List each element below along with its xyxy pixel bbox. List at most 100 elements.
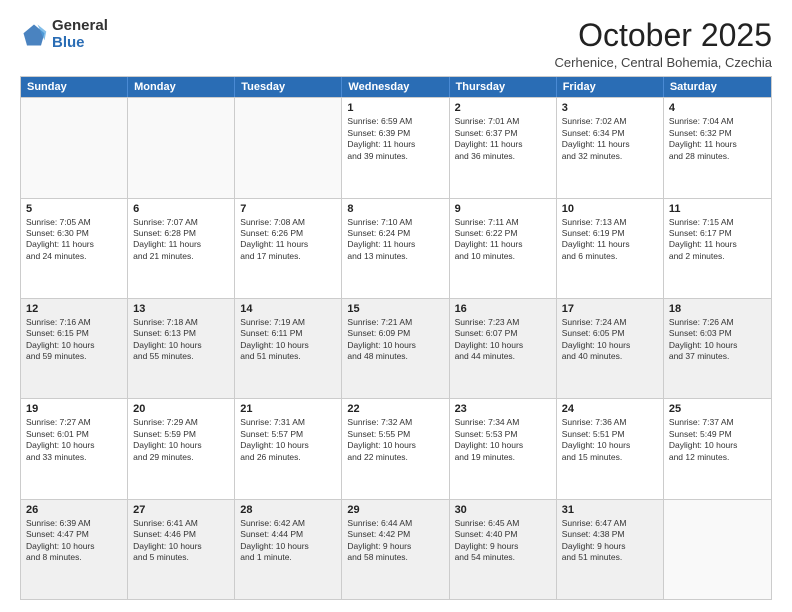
calendar: SundayMondayTuesdayWednesdayThursdayFrid…	[20, 76, 772, 600]
calendar-cell: 18 Sunrise: 7:26 AM Sunset: 6:03 PM Dayli…	[664, 299, 771, 398]
page: General Blue October 2025 Cerhenice, Cen…	[0, 0, 792, 612]
calendar-cell: 14 Sunrise: 7:19 AM Sunset: 6:11 PM Dayli…	[235, 299, 342, 398]
cell-info: Sunrise: 7:15 AM Sunset: 6:17 PM Dayligh…	[669, 217, 766, 263]
calendar-cell: 2Sunrise: 7:01 AM Sunset: 6:37 PM Daylig…	[450, 98, 557, 197]
calendar-cell: 4Sunrise: 7:04 AM Sunset: 6:32 PM Daylig…	[664, 98, 771, 197]
cell-info: Sunrise: 7:24 AM Sunset: 6:05 PM Dayligh…	[562, 317, 658, 363]
calendar-body: 1 Sunrise: 6:59 AM Sunset: 6:39 PM Daylig…	[21, 97, 771, 599]
cell-info: Sunrise: 7:36 AM Sunset: 5:51 PM Dayligh…	[562, 417, 658, 463]
cell-info: Sunrise: 6:39 AM Sunset: 4:47 PM Dayligh…	[26, 518, 122, 564]
day-number: 13	[133, 303, 229, 315]
calendar-cell: 5 Sunrise: 7:05 AM Sunset: 6:30 PM Daylig…	[21, 199, 128, 298]
day-number: 16	[455, 303, 551, 315]
cell-info: Sunrise: 7:34 AM Sunset: 5:53 PM Dayligh…	[455, 417, 551, 463]
day-number: 31	[562, 504, 658, 516]
cell-info: Sunrise: 7:37 AM Sunset: 5:49 PM Dayligh…	[669, 417, 766, 463]
day-number: 12	[26, 303, 122, 315]
cell-info: Sunrise: 7:02 AM Sunset: 6:34 PM Dayligh…	[562, 116, 658, 162]
weekday-header: Sunday	[21, 77, 128, 97]
day-number: 28	[240, 504, 336, 516]
calendar-cell: 25 Sunrise: 7:37 AM Sunset: 5:49 PM Dayli…	[664, 399, 771, 498]
day-number: 24	[562, 403, 658, 415]
calendar-cell: 21Sunrise: 7:31 AM Sunset: 5:57 PM Dayli…	[235, 399, 342, 498]
weekday-header: Monday	[128, 77, 235, 97]
day-number: 1	[347, 102, 443, 114]
cell-info: Sunrise: 6:44 AM Sunset: 4:42 PM Dayligh…	[347, 518, 443, 564]
calendar-cell: 10Sunrise: 7:13 AM Sunset: 6:19 PM Dayli…	[557, 199, 664, 298]
calendar-cell	[664, 500, 771, 599]
location: Cerhenice, Central Bohemia, Czechia	[555, 55, 773, 70]
cell-info: Sunrise: 7:29 AM Sunset: 5:59 PM Dayligh…	[133, 417, 229, 463]
calendar-cell: 23Sunrise: 7:34 AM Sunset: 5:53 PM Dayli…	[450, 399, 557, 498]
calendar-row: 26Sunrise: 6:39 AM Sunset: 4:47 PM Dayli…	[21, 499, 771, 599]
day-number: 22	[347, 403, 443, 415]
calendar-cell: 28 Sunrise: 6:42 AM Sunset: 4:44 PM Dayli…	[235, 500, 342, 599]
calendar-cell: 6 Sunrise: 7:07 AM Sunset: 6:28 PM Daylig…	[128, 199, 235, 298]
cell-info: Sunrise: 7:18 AM Sunset: 6:13 PM Dayligh…	[133, 317, 229, 363]
cell-info: Sunrise: 7:16 AM Sunset: 6:15 PM Dayligh…	[26, 317, 122, 363]
calendar-cell: 7 Sunrise: 7:08 AM Sunset: 6:26 PM Daylig…	[235, 199, 342, 298]
day-number: 15	[347, 303, 443, 315]
calendar-row: 12 Sunrise: 7:16 AM Sunset: 6:15 PM Dayli…	[21, 298, 771, 398]
day-number: 19	[26, 403, 122, 415]
calendar-cell: 13 Sunrise: 7:18 AM Sunset: 6:13 PM Dayli…	[128, 299, 235, 398]
calendar-cell: 19 Sunrise: 7:27 AM Sunset: 6:01 PM Dayli…	[21, 399, 128, 498]
cell-info: Sunrise: 6:45 AM Sunset: 4:40 PM Dayligh…	[455, 518, 551, 564]
cell-info: Sunrise: 6:41 AM Sunset: 4:46 PM Dayligh…	[133, 518, 229, 564]
cell-info: Sunrise: 7:07 AM Sunset: 6:28 PM Dayligh…	[133, 217, 229, 263]
cell-info: Sunrise: 7:21 AM Sunset: 6:09 PM Dayligh…	[347, 317, 443, 363]
logo-text: General Blue	[52, 18, 108, 51]
calendar-cell: 11 Sunrise: 7:15 AM Sunset: 6:17 PM Dayli…	[664, 199, 771, 298]
day-number: 11	[669, 203, 766, 215]
calendar-cell: 29 Sunrise: 6:44 AM Sunset: 4:42 PM Dayli…	[342, 500, 449, 599]
day-number: 6	[133, 203, 229, 215]
day-number: 29	[347, 504, 443, 516]
weekday-header: Thursday	[450, 77, 557, 97]
cell-info: Sunrise: 7:08 AM Sunset: 6:26 PM Dayligh…	[240, 217, 336, 263]
cell-info: Sunrise: 6:42 AM Sunset: 4:44 PM Dayligh…	[240, 518, 336, 564]
calendar-header: SundayMondayTuesdayWednesdayThursdayFrid…	[21, 77, 771, 97]
cell-info: Sunrise: 6:59 AM Sunset: 6:39 PM Dayligh…	[347, 116, 443, 162]
calendar-cell: 3Sunrise: 7:02 AM Sunset: 6:34 PM Daylig…	[557, 98, 664, 197]
calendar-cell: 20Sunrise: 7:29 AM Sunset: 5:59 PM Dayli…	[128, 399, 235, 498]
calendar-cell: 8 Sunrise: 7:10 AM Sunset: 6:24 PM Daylig…	[342, 199, 449, 298]
calendar-cell: 22Sunrise: 7:32 AM Sunset: 5:55 PM Dayli…	[342, 399, 449, 498]
calendar-cell	[235, 98, 342, 197]
calendar-cell: 31 Sunrise: 6:47 AM Sunset: 4:38 PM Dayli…	[557, 500, 664, 599]
cell-info: Sunrise: 7:23 AM Sunset: 6:07 PM Dayligh…	[455, 317, 551, 363]
cell-info: Sunrise: 7:01 AM Sunset: 6:37 PM Dayligh…	[455, 116, 551, 162]
calendar-cell: 15 Sunrise: 7:21 AM Sunset: 6:09 PM Dayli…	[342, 299, 449, 398]
day-number: 27	[133, 504, 229, 516]
cell-info: Sunrise: 7:10 AM Sunset: 6:24 PM Dayligh…	[347, 217, 443, 263]
weekday-header: Saturday	[664, 77, 771, 97]
calendar-row: 5 Sunrise: 7:05 AM Sunset: 6:30 PM Daylig…	[21, 198, 771, 298]
calendar-cell: 12 Sunrise: 7:16 AM Sunset: 6:15 PM Dayli…	[21, 299, 128, 398]
day-number: 9	[455, 203, 551, 215]
day-number: 5	[26, 203, 122, 215]
calendar-cell	[128, 98, 235, 197]
day-number: 21	[240, 403, 336, 415]
header: General Blue October 2025 Cerhenice, Cen…	[20, 18, 772, 70]
day-number: 30	[455, 504, 551, 516]
cell-info: Sunrise: 7:26 AM Sunset: 6:03 PM Dayligh…	[669, 317, 766, 363]
calendar-cell: 24 Sunrise: 7:36 AM Sunset: 5:51 PM Dayli…	[557, 399, 664, 498]
weekday-header: Friday	[557, 77, 664, 97]
cell-info: Sunrise: 7:05 AM Sunset: 6:30 PM Dayligh…	[26, 217, 122, 263]
logo-general-label: General	[52, 18, 108, 35]
day-number: 25	[669, 403, 766, 415]
day-number: 8	[347, 203, 443, 215]
calendar-cell	[21, 98, 128, 197]
cell-info: Sunrise: 7:19 AM Sunset: 6:11 PM Dayligh…	[240, 317, 336, 363]
title-block: October 2025 Cerhenice, Central Bohemia,…	[555, 18, 773, 70]
day-number: 14	[240, 303, 336, 315]
calendar-cell: 26Sunrise: 6:39 AM Sunset: 4:47 PM Dayli…	[21, 500, 128, 599]
cell-info: Sunrise: 7:13 AM Sunset: 6:19 PM Dayligh…	[562, 217, 658, 263]
cell-info: Sunrise: 7:27 AM Sunset: 6:01 PM Dayligh…	[26, 417, 122, 463]
calendar-cell: 16 Sunrise: 7:23 AM Sunset: 6:07 PM Dayli…	[450, 299, 557, 398]
cell-info: Sunrise: 6:47 AM Sunset: 4:38 PM Dayligh…	[562, 518, 658, 564]
cell-info: Sunrise: 7:11 AM Sunset: 6:22 PM Dayligh…	[455, 217, 551, 263]
day-number: 18	[669, 303, 766, 315]
calendar-cell: 27 Sunrise: 6:41 AM Sunset: 4:46 PM Dayli…	[128, 500, 235, 599]
month-title: October 2025	[555, 18, 773, 53]
day-number: 7	[240, 203, 336, 215]
